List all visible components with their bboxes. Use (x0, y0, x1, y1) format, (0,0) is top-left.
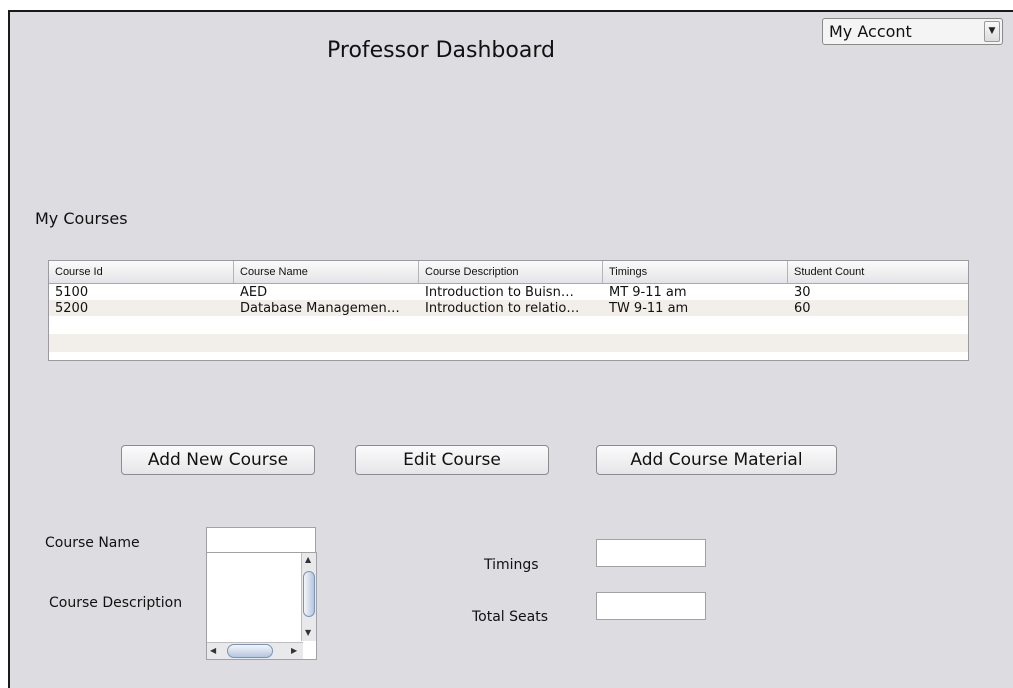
table-row-empty (49, 316, 968, 334)
table-row-empty (49, 334, 968, 352)
account-dropdown-value: My Accont (829, 22, 912, 41)
courses-table[interactable]: Course Id Course Name Course Description… (48, 260, 969, 361)
column-header-student-count[interactable]: Student Count (788, 261, 968, 283)
cell-student-count: 30 (794, 285, 811, 300)
cell-course-id: 5100 (55, 285, 89, 300)
column-header-course-id[interactable]: Course Id (49, 261, 234, 283)
course-description-text (207, 553, 316, 557)
page-title: Professor Dashboard (327, 38, 555, 63)
scroll-down-icon[interactable]: ▼ (305, 628, 311, 637)
horizontal-scroll-thumb[interactable] (227, 644, 273, 658)
total-seats-label: Total Seats (472, 609, 549, 625)
course-name-field[interactable] (206, 527, 316, 553)
column-header-course-name[interactable]: Course Name (234, 261, 419, 283)
cell-student-count: 60 (794, 301, 811, 316)
cell-course-name: AED (240, 285, 268, 300)
scroll-left-icon[interactable]: ◀ (210, 646, 216, 655)
vertical-scroll-thumb[interactable] (303, 571, 315, 617)
triangle-down-icon[interactable]: ▼ (984, 21, 1000, 42)
course-name-label: Course Name (45, 535, 140, 551)
my-courses-heading: My Courses (35, 209, 128, 228)
table-row[interactable]: 5200 Database Managemen… Introduction to… (49, 300, 968, 316)
column-header-timings[interactable]: Timings (603, 261, 788, 283)
edit-course-button[interactable]: Edit Course (355, 445, 549, 475)
cell-timings: MT 9-11 am (609, 285, 687, 300)
cell-course-name: Database Managemen… (240, 301, 400, 316)
add-new-course-button[interactable]: Add New Course (121, 445, 315, 475)
horizontal-scrollbar[interactable]: ◀ ▶ (207, 642, 303, 659)
scroll-right-icon[interactable]: ▶ (291, 646, 297, 655)
cell-course-description: Introduction to Buisn… (425, 285, 574, 300)
cell-course-description: Introduction to relatio… (425, 301, 580, 316)
add-course-material-button[interactable]: Add Course Material (596, 445, 837, 475)
timings-field[interactable] (596, 539, 706, 567)
table-row[interactable]: 5100 AED Introduction to Buisn… MT 9-11 … (49, 284, 968, 300)
total-seats-field[interactable] (596, 592, 706, 620)
course-description-label: Course Description (49, 595, 183, 611)
app-window: Professor Dashboard My Accont ▼ My Cours… (8, 10, 1013, 688)
cell-timings: TW 9-11 am (609, 301, 689, 316)
scroll-up-icon[interactable]: ▲ (305, 555, 311, 564)
table-header: Course Id Course Name Course Description… (49, 261, 968, 284)
course-description-textarea[interactable]: ▲ ▼ ◀ ▶ (206, 552, 317, 660)
column-header-course-description[interactable]: Course Description (419, 261, 603, 283)
cell-course-id: 5200 (55, 301, 89, 316)
timings-label: Timings (484, 557, 539, 573)
account-dropdown[interactable]: My Accont ▼ (822, 18, 1003, 45)
vertical-scrollbar[interactable]: ▲ ▼ (301, 553, 316, 641)
